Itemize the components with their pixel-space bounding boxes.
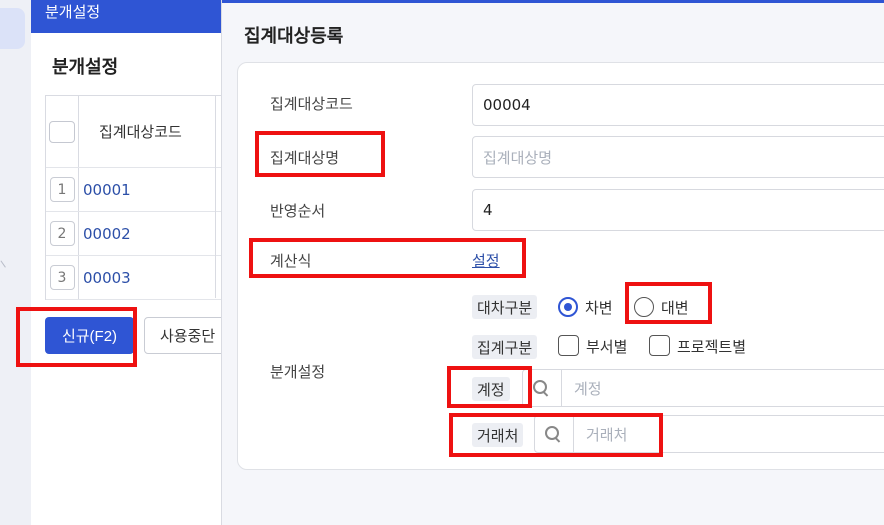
debit-radio[interactable] [558,297,578,317]
account-search-input[interactable]: 계정 [562,378,602,399]
highlight-name-label [255,131,385,177]
by-project-checkbox[interactable] [649,335,670,356]
row-code-link[interactable]: 00003 [83,269,131,287]
highlight-new-button [16,307,137,367]
table-row[interactable]: 2 00002 [46,212,231,256]
by-project-label: 프로젝트별 [677,338,747,356]
modal-top-accent [222,0,884,3]
collapse-handle[interactable] [0,256,12,268]
order-input[interactable]: 4 [472,189,884,231]
table-row[interactable]: 1 00001 [46,168,231,212]
select-all-checkbox[interactable] [49,120,75,143]
order-label: 반영순서 [270,202,326,220]
column-header-code: 집계대상코드 [99,123,182,141]
page-header-title: 분개설정 [31,0,231,33]
code-input[interactable]: 00004 [472,84,884,126]
modal-title: 집계대상등록 [244,26,344,47]
row-code-link[interactable]: 00001 [83,181,131,199]
table-row[interactable]: 3 00003 [46,256,231,300]
row-number: 3 [49,265,75,290]
by-department-checkbox[interactable] [558,335,579,356]
by-department-label: 부서별 [586,338,628,356]
row-number: 1 [49,177,75,202]
page-title: 분개설정 [52,57,119,78]
app-sidebar [0,0,31,525]
search-icon[interactable] [531,378,551,398]
account-search-field[interactable]: 계정 [522,369,884,407]
row-number: 2 [49,221,75,246]
highlight-account-tag [447,366,532,408]
highlight-partner-field [449,413,663,457]
grid-column-divider [215,95,216,298]
group-tag: 집계구분 [472,335,538,359]
debit-label: 차변 [585,299,613,317]
active-menu-indicator[interactable] [0,8,25,49]
aggregation-grid: 집계대상코드 1 00001 2 00002 3 00003 [45,95,231,300]
highlight-credit-option [625,282,712,324]
journal-section-label: 분개설정 [270,363,326,381]
debit-credit-tag: 대차구분 [472,295,538,319]
highlight-formula-row [249,238,526,278]
name-input[interactable]: 집계대상명 [472,136,884,178]
code-label: 집계대상코드 [270,95,353,113]
background-page: 분개설정 분개설정 집계대상코드 1 00001 2 00002 3 00003 [31,0,231,525]
row-code-link[interactable]: 00002 [83,225,131,243]
grid-header-row: 집계대상코드 [46,96,231,168]
